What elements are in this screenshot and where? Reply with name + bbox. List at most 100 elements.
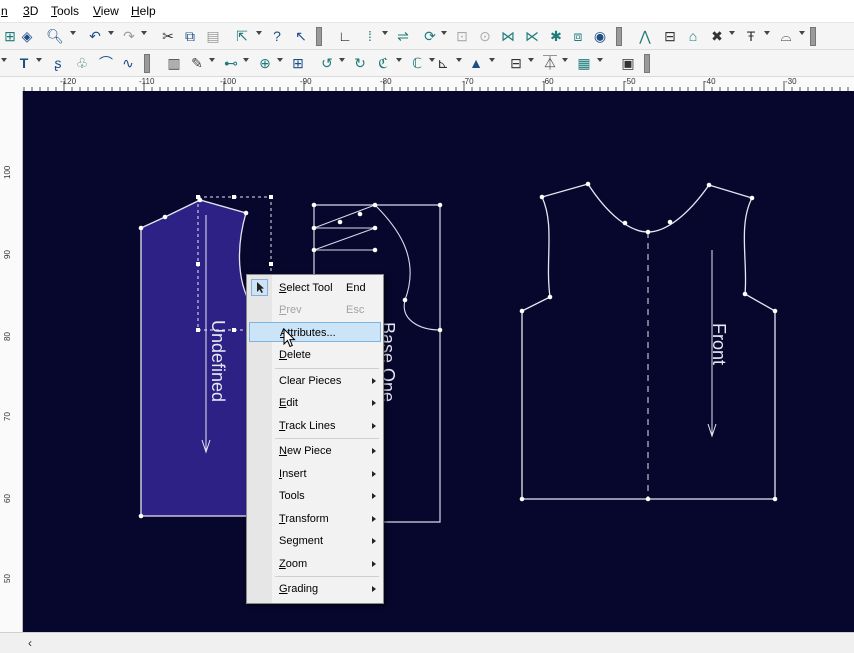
pattern-point[interactable] (667, 219, 673, 225)
rotate-left-icon[interactable]: ↺ (317, 53, 337, 73)
tools-dropdown-icon[interactable] (729, 31, 735, 35)
tool-disabled-2-icon[interactable]: ⊙ (475, 26, 495, 46)
pattern-point[interactable] (772, 496, 778, 502)
pattern-point[interactable] (437, 202, 443, 208)
pattern-canvas[interactable]: Undefined Base One Front (23, 91, 854, 632)
pattern-point[interactable] (337, 219, 343, 225)
export-dropdown-icon[interactable] (256, 31, 262, 35)
context-item-grading[interactable]: Grading (249, 579, 381, 599)
chart-dropdown-icon[interactable] (456, 58, 462, 62)
walk-icon[interactable]: ⋀ (635, 26, 655, 46)
text-icon[interactable]: T (14, 53, 34, 73)
pattern-point[interactable] (645, 229, 651, 235)
context-item-clear-pieces[interactable]: Clear Pieces (249, 371, 381, 391)
selection-handle[interactable] (232, 328, 236, 332)
mark-icon[interactable]: ⏄ (540, 53, 560, 73)
text-tool-dropdown-icon[interactable] (764, 31, 770, 35)
context-item-select-tool[interactable]: Select Tool End (249, 278, 381, 298)
points-dropdown-icon[interactable] (382, 31, 388, 35)
pattern-point[interactable] (372, 247, 378, 253)
undo-dropdown-icon[interactable] (108, 31, 114, 35)
selection-handle[interactable] (269, 195, 273, 199)
pattern-point[interactable] (772, 308, 778, 314)
pattern-point[interactable] (243, 210, 249, 216)
menu-item-tools[interactable]: Tools (51, 4, 79, 18)
context-item-tools[interactable]: Tools (249, 486, 381, 506)
pattern-point[interactable] (547, 294, 553, 300)
toolbar-grip[interactable] (644, 54, 650, 73)
chart-icon[interactable]: ⊾ (433, 53, 453, 73)
undefined-piece[interactable] (140, 199, 263, 517)
measure-icon[interactable]: ⊟ (660, 26, 680, 46)
help-icon[interactable]: ? (267, 26, 287, 46)
selection-handle[interactable] (269, 262, 273, 266)
context-item-delete[interactable]: Delete (249, 345, 381, 365)
context-item-insert[interactable]: Insert (249, 464, 381, 484)
pattern-point[interactable] (311, 225, 317, 231)
selection-handle[interactable] (196, 328, 200, 332)
context-item-attributes[interactable]: Attributes... (249, 322, 381, 342)
move-icon[interactable]: ⇌ (393, 26, 413, 46)
pattern-point[interactable] (402, 297, 408, 303)
pattern-point[interactable] (706, 182, 712, 188)
context-item-track-lines[interactable]: Track Lines (249, 416, 381, 436)
points-icon[interactable]: ⁞ (360, 26, 380, 46)
pattern-point[interactable] (311, 247, 317, 253)
dart-icon[interactable]: ✱ (546, 26, 566, 46)
context-item-prev[interactable]: Prev Esc (249, 300, 381, 320)
selection-handle[interactable] (196, 195, 200, 199)
redo-dropdown-icon[interactable] (141, 31, 147, 35)
copy-icon[interactable]: ⧉ (180, 26, 200, 46)
context-help-icon[interactable]: ↖ (291, 26, 311, 46)
pen-dropdown-icon[interactable] (209, 58, 215, 62)
selection-handle[interactable] (196, 262, 200, 266)
pattern-point[interactable] (138, 225, 144, 231)
triangle-dropdown-icon[interactable] (489, 58, 495, 62)
piece-icon[interactable]: ⧈ (568, 26, 588, 46)
tool-disabled-1-icon[interactable]: ⊡ (452, 26, 472, 46)
toolbar-grip[interactable] (316, 27, 322, 46)
seam-dropdown-icon[interactable] (597, 58, 603, 62)
pattern-point[interactable] (372, 225, 378, 231)
pattern-point[interactable] (138, 513, 144, 519)
frame-dropdown-icon[interactable] (528, 58, 534, 62)
notch-icon[interactable]: ⋈ (498, 26, 518, 46)
pattern-point[interactable] (311, 202, 317, 208)
context-item-new-piece[interactable]: New Piece (249, 441, 381, 461)
arc-icon[interactable]: ⌒ (96, 53, 116, 73)
circle-tool-icon[interactable]: ◉ (590, 26, 610, 46)
shape-dropdown-icon[interactable] (799, 31, 805, 35)
mirror-icon[interactable]: ⋉ (522, 26, 542, 46)
undo-icon[interactable]: ↶ (85, 26, 105, 46)
curve-icon[interactable]: ∿ (118, 53, 138, 73)
select-all-icon[interactable]: ⊞ (288, 53, 308, 73)
rotate-icon[interactable]: ⟳ (420, 26, 440, 46)
curve-c-dropdown-icon[interactable] (396, 58, 402, 62)
context-item-transform[interactable]: Transform (249, 509, 381, 529)
toolbar-grip[interactable] (616, 27, 622, 46)
cut-icon[interactable]: ✂ (158, 26, 178, 46)
text-dropdown-icon[interactable] (36, 58, 42, 62)
rotate-right-icon[interactable]: ↻ (350, 53, 370, 73)
frame-icon[interactable]: ⊟ (506, 53, 526, 73)
pen-icon[interactable]: ✎ (187, 53, 207, 73)
mark-dropdown-icon[interactable] (562, 58, 568, 62)
tools-icon[interactable]: ✖ (707, 26, 727, 46)
node-dropdown-icon[interactable] (243, 58, 249, 62)
zoom-dropdown-icon[interactable] (70, 31, 76, 35)
menu-item-3d[interactable]: 3D (23, 4, 38, 18)
dropdown-icon[interactable] (1, 58, 7, 62)
shape-icon[interactable]: ⌓ (776, 26, 796, 46)
layers-icon[interactable]: ◈ (17, 26, 37, 46)
selection-handle[interactable] (232, 195, 236, 199)
curve-c2-icon[interactable]: ℂ (407, 53, 427, 73)
pattern-point[interactable] (372, 202, 378, 208)
brush-icon[interactable]: ♧ (72, 53, 92, 73)
pattern-point[interactable] (742, 291, 748, 297)
context-item-segment[interactable]: Segment (249, 531, 381, 551)
label-tool-icon[interactable]: ʂ (48, 53, 68, 73)
house-icon[interactable]: ⌂ (683, 26, 703, 46)
scroll-left-icon[interactable]: ‹ (28, 636, 32, 650)
redo-icon[interactable]: ↷ (119, 26, 139, 46)
document-icon[interactable]: ▣ (618, 53, 638, 73)
